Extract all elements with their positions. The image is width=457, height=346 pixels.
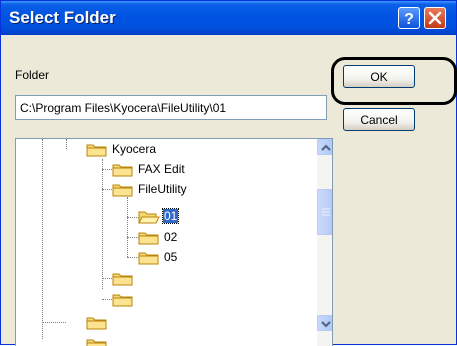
vertical-scrollbar[interactable]	[317, 139, 333, 346]
folder-icon	[86, 315, 108, 330]
folder-tree[interactable]: Kyocera FAX Edit FileUtility 01 02 05	[15, 138, 333, 346]
tree-line	[102, 159, 103, 289]
help-button[interactable]: ?	[398, 7, 420, 29]
question-mark-icon: ?	[399, 8, 419, 28]
scroll-thumb[interactable]	[317, 189, 333, 235]
tree-item-05[interactable]: 05	[138, 248, 178, 266]
scroll-up-button[interactable]	[317, 139, 333, 155]
chevron-up-icon	[318, 140, 333, 156]
tree-line	[42, 322, 66, 323]
window-title: Select Folder	[9, 8, 116, 28]
cancel-button[interactable]: Cancel	[343, 108, 415, 131]
tree-item-folder[interactable]	[112, 269, 137, 287]
select-folder-dialog: Select Folder ? Folder OK Cancel	[0, 0, 457, 345]
close-button[interactable]	[424, 7, 446, 29]
tree-item-01[interactable]: 01	[138, 207, 178, 225]
folder-path-input[interactable]	[15, 95, 327, 120]
tree-item-02[interactable]: 02	[138, 228, 178, 246]
folder-label: Folder	[15, 68, 49, 82]
chevron-down-icon	[318, 316, 333, 332]
tree-line	[66, 139, 67, 149]
folder-icon	[112, 162, 134, 177]
tree-item-folder[interactable]	[86, 335, 111, 346]
tree-item-fax-edit[interactable]: FAX Edit	[112, 160, 186, 178]
open-folder-icon	[138, 209, 160, 224]
tree-item-folder[interactable]	[86, 313, 111, 331]
title-bar[interactable]: Select Folder ?	[1, 1, 456, 35]
folder-icon	[86, 142, 108, 157]
tree-item-fileutility[interactable]: FileUtility	[112, 180, 188, 198]
folder-icon	[112, 182, 134, 197]
folder-icon	[138, 250, 160, 265]
tree-item-kyocera[interactable]: Kyocera	[86, 140, 157, 158]
close-icon	[425, 8, 445, 28]
svg-text:?: ?	[404, 11, 414, 28]
folder-icon	[112, 271, 134, 286]
grip-icon	[318, 190, 333, 236]
folder-icon	[138, 230, 160, 245]
ok-button[interactable]: OK	[343, 65, 415, 88]
tree-line	[42, 139, 43, 339]
folder-icon	[112, 292, 134, 307]
scroll-down-button[interactable]	[317, 315, 333, 331]
tree-item-folder[interactable]	[112, 290, 137, 308]
tree-line	[127, 197, 128, 257]
